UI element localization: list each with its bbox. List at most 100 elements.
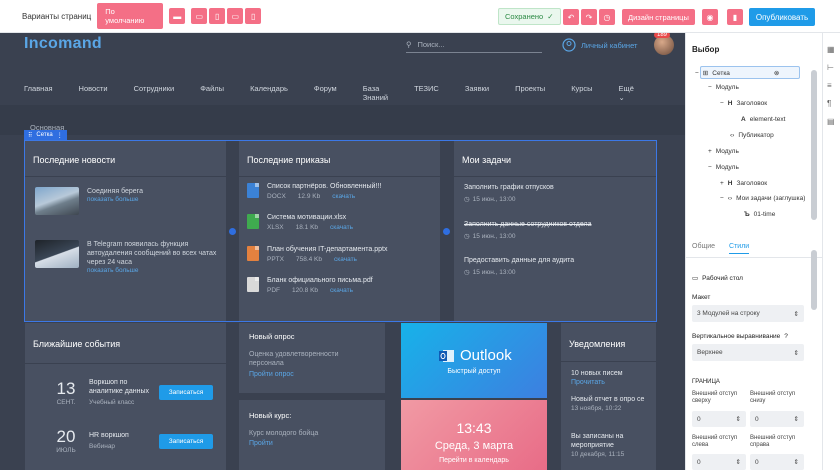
mobile-icon[interactable]: ▯ [245,8,262,24]
tree-item-module[interactable]: − Модуль [708,84,739,91]
nav-item-requests[interactable]: Заявки [465,84,489,102]
notification-item[interactable]: Новый отчет в опро се 13 ноября, 10:22 [571,395,651,413]
nav-item-files[interactable]: Файлы [200,84,224,102]
tree-item-time[interactable]: Ъ 01-time [744,211,775,218]
site-header: Incomand ⚲ Поиск... Личный кабинет 189 Г… [0,33,685,107]
tree-item-heading[interactable]: + H Заголовок [720,180,767,187]
desktop-icon[interactable]: ▭ [191,8,208,24]
apps-grid-icon[interactable]: ▦ [827,45,836,54]
grid-selection-tag[interactable]: ⠿ Сетка ⋮ [24,130,67,140]
valign-label: Вертикальное выравнивание [692,333,781,340]
tab-general[interactable]: Общие [692,243,715,254]
history-icon[interactable]: ◷ [599,9,615,25]
stepper-icon[interactable]: ⇕ [736,415,741,423]
search-input[interactable]: Поиск... [418,40,445,49]
page-variant-select[interactable]: По умолчанию [97,3,164,29]
drag-handle-icon[interactable]: ⠿ [28,132,32,139]
tree-item-grid[interactable]: − ⊞ Сетка ⊗ [695,69,779,78]
offset-left-input[interactable]: 0 ⇕ [692,454,746,470]
tab-styles[interactable]: Стили [729,243,750,254]
tree-item-module[interactable]: + Модуль [708,148,739,155]
nav-item-tezis[interactable]: ТЕЗИС [414,84,439,102]
nav-item-calendar[interactable]: Календарь [250,84,288,102]
tree-item-my-tasks[interactable]: − ‹› Мои задачи (заглушка) [720,195,805,202]
nav-item-courses[interactable]: Курсы [571,84,592,102]
tablet-icon[interactable]: ▯ [209,8,226,24]
search-icon: ⚲ [406,40,412,49]
tree-item-heading[interactable]: − H Заголовок [720,100,767,107]
comment-icon[interactable]: ▤ [827,117,836,126]
offset-bottom-input[interactable]: 0 ⇕ [750,411,804,427]
page-variants-label: Варианты страниц [22,11,92,21]
site-logo[interactable]: Incomand [24,35,102,53]
nav-item-forum[interactable]: Форум [314,84,337,102]
events-card: Ближайшие события 13 СЕНТ. Воркшоп по ана… [25,323,226,470]
paint-roller-icon[interactable]: ¶ [827,99,836,108]
notification-text: 10 новых писем [571,370,623,377]
tree-structure-icon[interactable]: ⊢ [827,63,836,72]
publish-button[interactable]: Опубликовать [749,8,815,26]
valign-select[interactable]: Верхнее ⇕ [692,344,804,361]
nav-item-news[interactable]: Новости [79,84,108,102]
stepper-icon[interactable]: ⇕ [794,458,799,466]
expand-toggle[interactable]: + [708,148,712,155]
tree-item-text[interactable]: Aelement-text [741,116,785,123]
offset-top-input[interactable]: 0 ⇕ [692,411,746,427]
notification-item[interactable]: Вы записаны на мероприятие 10 декабря, 1… [571,432,651,459]
notification-item[interactable]: 10 новых писем Прочитать [571,369,651,387]
page-design-button[interactable]: Дизайн страницы [622,9,695,25]
site-search[interactable]: ⚲ Поиск... [406,37,542,53]
text-icon: A [741,116,746,123]
desktop-section[interactable]: ▭ Рабочий стол [692,274,743,283]
undo-icon[interactable]: ↶ [563,9,579,25]
stepper-icon[interactable]: ⇕ [736,458,741,466]
nav-item-knowledge-base[interactable]: База Знаний [363,84,388,102]
more-vertical-icon[interactable]: ⋮ [57,132,63,139]
delete-trash-icon[interactable]: ▮ [727,9,743,25]
tree-item-publisher[interactable]: ‹› Публикатор [730,132,774,139]
close-icon[interactable]: ⊗ [774,69,779,77]
collapse-toggle[interactable]: − [720,100,724,107]
resize-handle[interactable] [229,228,236,235]
collapse-toggle[interactable]: − [708,84,712,91]
offset-right-input[interactable]: 0 ⇕ [750,454,804,470]
collapse-toggle[interactable]: − [708,164,712,171]
nav-more-label: Ещё [618,84,634,93]
open-calendar-link[interactable]: Перейти в календарь [401,457,547,464]
preview-eye-icon[interactable]: ◉ [702,9,718,25]
take-survey-link[interactable]: Пройти опрос [249,371,294,378]
desktop-icon: ▭ [692,275,699,282]
tree-item-module[interactable]: − Модуль [708,164,739,171]
properties-scrollbar[interactable] [811,250,817,310]
divider [561,361,656,362]
notification-date: 13 ноября, 10:22 [571,405,622,412]
redo-icon[interactable]: ↷ [581,9,597,25]
nav-item-projects[interactable]: Проекты [515,84,545,102]
nav-item-employees[interactable]: Сотрудники [134,84,175,102]
stepper-icon[interactable]: ⇕ [794,415,799,423]
layout-select[interactable]: 3 Модулей на строку ⇕ [692,305,804,322]
help-icon[interactable]: ? [784,333,788,340]
collapse-toggle[interactable]: − [720,195,724,202]
survey-card: Новый опрос Оценка удовлетворенности пер… [239,323,385,393]
resize-handle[interactable] [443,228,450,235]
expand-toggle[interactable]: + [720,180,724,187]
outlook-title: Outlook [460,347,512,364]
avatar[interactable] [654,35,674,55]
take-course-link[interactable]: Пройти [249,440,273,447]
nav-item-more[interactable]: Ещё ⌄ [619,84,660,102]
read-link[interactable]: Прочитать [571,378,651,387]
calendar-widget[interactable]: 13:43 Среда, 3 марта Перейти в календарь [401,400,547,470]
list-icon[interactable]: ≡ [827,81,836,90]
register-button[interactable]: Записаться [159,385,213,400]
outlook-widget[interactable]: Outlook Быстрый доступ [401,323,547,398]
variant-menu-icon[interactable]: ▬ [169,8,186,24]
collapse-toggle[interactable]: − [695,70,699,77]
tablet-landscape-icon[interactable]: ▭ [227,8,244,24]
personal-cabinet-link[interactable]: Личный кабинет [562,38,637,52]
register-button[interactable]: Записаться [159,433,213,449]
tree-scrollbar[interactable] [811,70,817,220]
chevron-down-icon: ⌄ [618,93,625,102]
event-day: 20 [56,427,76,446]
nav-item-home[interactable]: Главная [24,84,53,102]
